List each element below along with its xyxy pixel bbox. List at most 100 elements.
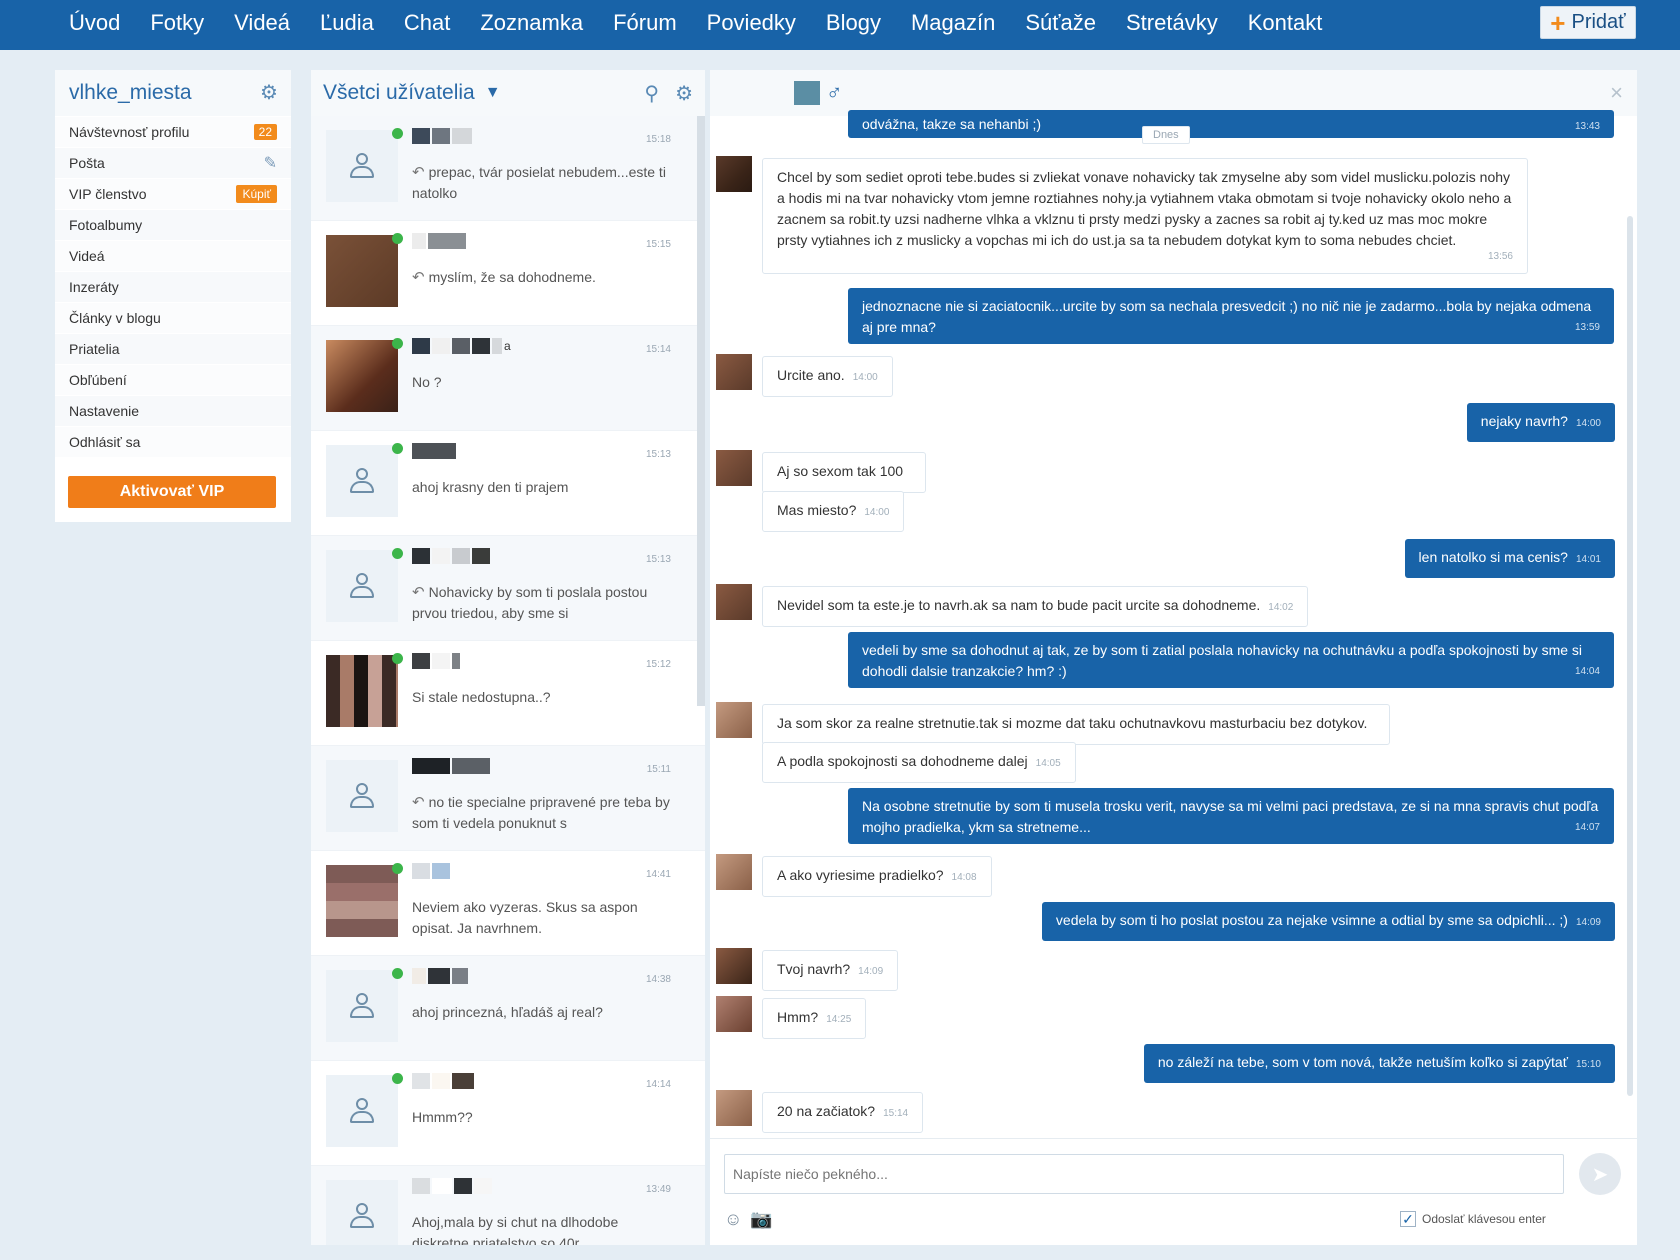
add-button-label: Pridať: [1571, 11, 1626, 33]
nav-item-uvod[interactable]: Úvod: [54, 0, 135, 46]
conversation-time: 14:38: [645, 974, 671, 985]
conversation-preview: ahoj princezná, hľadáš aj real?: [412, 1004, 603, 1020]
conversation-time: 14:41: [645, 869, 671, 880]
conversation-item[interactable]: 15:15 ↶ myslím, že sa dohodneme.: [311, 221, 705, 326]
conversation-name-pixelated: [412, 653, 460, 669]
online-indicator: [392, 128, 403, 139]
conversation-item[interactable]: 15:12 Si stale nedostupna..?: [311, 641, 705, 746]
avatar: [326, 550, 398, 622]
online-indicator: [392, 338, 403, 349]
sidebar-item-logout[interactable]: Odhlásiť sa: [55, 426, 291, 457]
conversation-filter-title[interactable]: Všetci užívatelia: [323, 81, 475, 105]
nav-item-blogy[interactable]: Blogy: [811, 0, 896, 46]
nav-item-kontakt[interactable]: Kontakt: [1233, 0, 1338, 46]
sidebar-item-photoalbums[interactable]: Fotoalbumy: [55, 209, 291, 240]
nav-item-forum[interactable]: Fórum: [598, 0, 692, 46]
nav-item-magazin[interactable]: Magazín: [896, 0, 1010, 46]
send-arrow-icon: ➤: [1591, 1163, 1609, 1186]
conversation-item[interactable]: 15:13 ↶ Nohavicky by som ti poslala posto…: [311, 536, 705, 641]
conversation-list-header: Všetci užívatelia ▼ ⚲ ⚙: [311, 70, 705, 116]
activate-vip-button[interactable]: Aktivovať VIP: [68, 476, 276, 508]
conversation-list-scrollbar[interactable]: [697, 116, 705, 706]
gear-icon[interactable]: ⚙: [259, 83, 279, 103]
avatar: [326, 1180, 398, 1245]
message-outgoing: jednoznacne nie si zaciatocnik...urcite …: [848, 288, 1614, 344]
plus-icon: +: [1550, 7, 1566, 38]
nav-item-ludia[interactable]: Ľudia: [305, 0, 389, 46]
user-placeholder-icon: [348, 992, 376, 1020]
conversation-item[interactable]: 15:11 ↶ no tie specialne pripravené pre t…: [311, 746, 705, 851]
avatar: [716, 450, 752, 486]
camera-icon[interactable]: 📷: [750, 1209, 772, 1230]
conversation-item[interactable]: 13:49 Ahoj,mala by si chut na dlhodobe d…: [311, 1166, 705, 1245]
nav-item-chat[interactable]: Chat: [389, 0, 465, 46]
conversation-item[interactable]: 14:41 Neviem ako vyzeras. Skus sa aspon …: [311, 851, 705, 956]
avatar: [716, 854, 752, 890]
message-incoming: Tvoj navrh? 14:09: [762, 950, 899, 991]
avatar: [716, 702, 752, 738]
message-composer: ➤ ☺ 📷 ✓ Odoslať klávesou enter: [710, 1138, 1637, 1245]
user-placeholder-icon: [348, 1097, 376, 1125]
sidebar-item-label: Návštevnosť profilu: [69, 124, 190, 140]
conversation-item[interactable]: 14:14 Hmmm??: [311, 1061, 705, 1166]
conversation-preview: ↶ Nohavicky by som ti poslala postou prvo…: [412, 584, 648, 621]
conversation-preview: ↶ no tie specialne pripravené pre teba by…: [412, 794, 670, 831]
sidebar-item-mail[interactable]: Pošta ✎: [55, 147, 291, 178]
message-outgoing: nejaky navrh? 14:00: [1466, 403, 1615, 442]
buy-badge[interactable]: Kúpiť: [236, 185, 277, 203]
sidebar-item-vip[interactable]: VIP členstvo Kúpiť: [55, 178, 291, 209]
chat-scrollbar[interactable]: [1627, 216, 1633, 1096]
send-on-enter-checkbox[interactable]: ✓: [1400, 1211, 1416, 1227]
caret-down-icon[interactable]: ▼: [485, 84, 501, 102]
conversation-item[interactable]: 15:18 ↶ prepac, tvár posielat nebudem...e…: [311, 116, 705, 221]
sidebar-item-blog-articles[interactable]: Články v blogu: [55, 302, 291, 333]
gear-icon[interactable]: ⚙: [675, 81, 693, 106]
conversation-item[interactable]: a 15:14 No ?: [311, 326, 705, 431]
conversation-time: 15:13: [645, 449, 671, 460]
sidebar-item-friends[interactable]: Priatelia: [55, 333, 291, 364]
sidebar-header: vlhke_miesta ⚙: [55, 70, 291, 116]
message-incoming: Nevidel som ta este.je to navrh.ak sa na…: [762, 586, 1309, 627]
sidebar-item-ads[interactable]: Inzeráty: [55, 271, 291, 302]
nav-item-poviedky[interactable]: Poviedky: [692, 0, 811, 46]
conversation-item[interactable]: 15:13 ahoj krasny den ti prajem: [311, 431, 705, 536]
conversation-item[interactable]: 14:38 ahoj princezná, hľadáš aj real?: [311, 956, 705, 1061]
avatar: [716, 156, 752, 192]
conversation-preview: Neviem ako vyzeras. Skus sa aspon opisat…: [412, 899, 638, 936]
nav-item-fotky[interactable]: Fotky: [135, 0, 219, 46]
nav-item-zoznamka[interactable]: Zoznamka: [465, 0, 598, 46]
avatar: [326, 865, 398, 937]
profile-sidebar: vlhke_miesta ⚙ Návštevnosť profilu 22 Poš…: [55, 70, 291, 522]
sidebar-item-profile-visits[interactable]: Návštevnosť profilu 22: [55, 116, 291, 147]
add-button[interactable]: + Pridať: [1540, 6, 1636, 39]
sidebar-item-videos[interactable]: Videá: [55, 240, 291, 271]
send-on-enter-option[interactable]: ✓ Odoslať klávesou enter: [1400, 1211, 1546, 1227]
sidebar-item-favorites[interactable]: Obľúbení: [55, 364, 291, 395]
conversation-name-pixelated: [412, 1178, 492, 1194]
chat-partner-avatar[interactable]: [794, 81, 820, 105]
user-placeholder-icon: [348, 152, 376, 180]
message-outgoing: len natolko si ma cenis? 14:01: [1404, 539, 1615, 578]
avatar: [326, 130, 398, 202]
conversation-time: 13:49: [645, 1184, 671, 1195]
avatar: [716, 948, 752, 984]
nav-item-videa[interactable]: Videá: [219, 0, 305, 46]
avatar: [326, 340, 398, 412]
pencil-icon[interactable]: ✎: [264, 153, 277, 173]
nav-item-stretavky[interactable]: Stretávky: [1111, 0, 1233, 46]
search-icon[interactable]: ⚲: [644, 81, 659, 106]
conversation-name-pixelated: [412, 758, 490, 774]
emoji-icon[interactable]: ☺: [724, 1209, 742, 1230]
nav-menu: Úvod Fotky Videá Ľudia Chat Zoznamka Fór…: [54, 0, 1337, 46]
online-indicator: [392, 653, 403, 664]
send-button[interactable]: ➤: [1579, 1153, 1621, 1195]
online-indicator: [392, 548, 403, 559]
message-incoming: Mas miesto? 14:00: [762, 491, 905, 532]
message-input[interactable]: [724, 1154, 1564, 1194]
conversation-name-pixelated: [412, 128, 472, 144]
nav-item-sutaze[interactable]: Súťaže: [1010, 0, 1111, 46]
user-placeholder-icon: [348, 572, 376, 600]
close-icon[interactable]: ×: [1610, 80, 1623, 106]
sidebar-item-settings[interactable]: Nastavenie: [55, 395, 291, 426]
username[interactable]: vlhke_miesta: [69, 81, 192, 105]
